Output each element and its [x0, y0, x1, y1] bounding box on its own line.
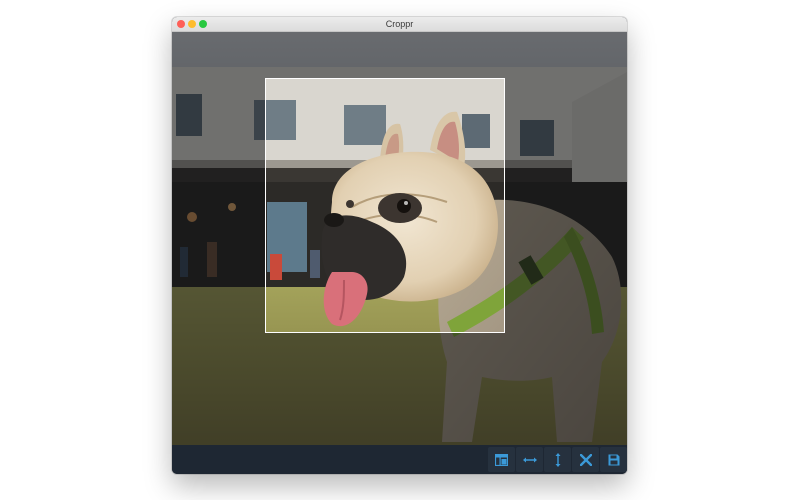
toolbar	[172, 445, 627, 474]
crop-mask-bottom	[172, 333, 627, 445]
layout-icon	[495, 453, 508, 466]
horizontal-arrows-icon	[522, 457, 537, 462]
crop-selection[interactable]	[265, 78, 505, 333]
close-button[interactable]	[572, 447, 599, 472]
crop-mask-right	[505, 78, 627, 333]
title-bar: Croppr	[172, 17, 627, 32]
save-button[interactable]	[600, 447, 627, 472]
flip-vertical-button[interactable]	[544, 447, 571, 472]
close-icon	[579, 453, 592, 466]
vertical-arrows-icon	[555, 452, 560, 467]
save-icon	[608, 454, 619, 465]
window-title: Croppr	[385, 19, 414, 29]
crop-mask-top	[172, 32, 627, 78]
image-canvas	[172, 32, 627, 445]
layout-button[interactable]	[488, 447, 515, 472]
flip-horizontal-button[interactable]	[516, 447, 543, 472]
app-window: Croppr	[172, 17, 627, 474]
crop-mask-left	[172, 78, 265, 333]
